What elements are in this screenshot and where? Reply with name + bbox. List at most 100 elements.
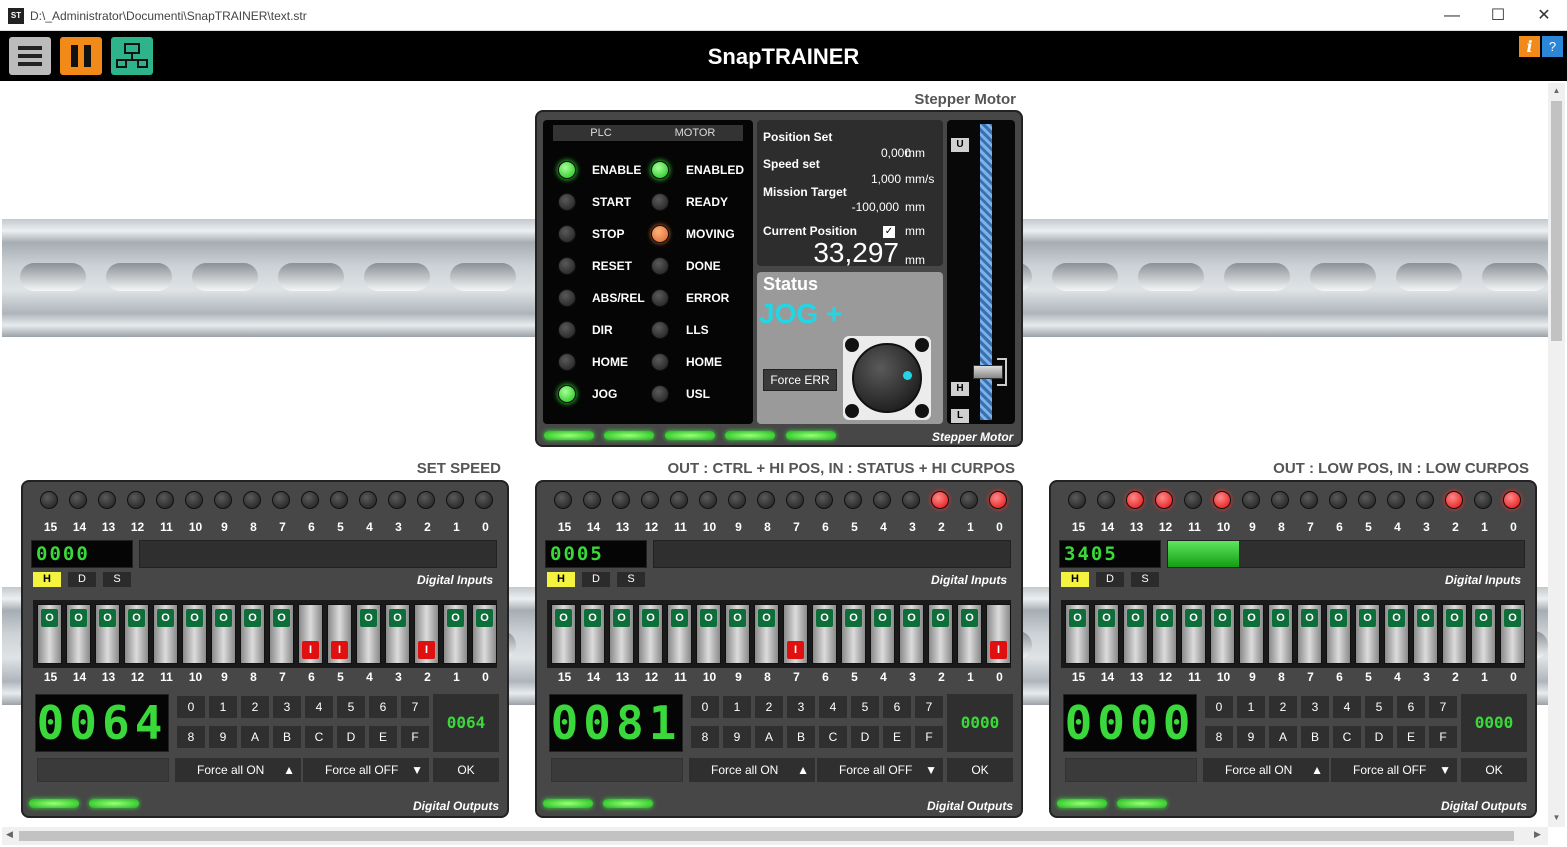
toggle-switch[interactable]: O — [356, 604, 381, 664]
hex-key-4[interactable]: 4 — [1333, 696, 1361, 718]
hex-key-E[interactable]: E — [1397, 726, 1425, 748]
toggle-switch[interactable]: O — [928, 604, 953, 664]
hex-key-7[interactable]: 7 — [1429, 696, 1457, 718]
hex-key-1[interactable]: 1 — [1237, 696, 1265, 718]
force-all-off-button[interactable]: Force all OFF ▼ — [817, 758, 943, 782]
hex-key-C[interactable]: C — [819, 726, 847, 748]
horizontal-scrollbar[interactable]: ◀ ▶ — [2, 827, 1548, 845]
jog-knob[interactable] — [852, 343, 922, 413]
ok-button[interactable]: OK — [1461, 758, 1527, 782]
toggle-switch[interactable]: I — [327, 604, 352, 664]
hex-key-D[interactable]: D — [337, 726, 365, 748]
toggle-switch[interactable]: O — [957, 604, 982, 664]
toggle-switch[interactable]: O — [66, 604, 91, 664]
mode-button-s[interactable]: S — [103, 572, 131, 587]
scroll-down-icon[interactable]: ▼ — [1548, 813, 1565, 822]
toggle-switch[interactable]: O — [240, 604, 265, 664]
hex-key-9[interactable]: 9 — [209, 726, 237, 748]
force-err-button[interactable]: Force ERR — [763, 369, 837, 391]
toggle-switch[interactable]: O — [667, 604, 692, 664]
hex-key-4[interactable]: 4 — [305, 696, 333, 718]
toggle-switch[interactable]: O — [638, 604, 663, 664]
mode-button-h[interactable]: H — [1061, 572, 1089, 587]
hex-key-F[interactable]: F — [915, 726, 943, 748]
hex-key-A[interactable]: A — [755, 726, 783, 748]
toggle-switch[interactable]: O — [1500, 604, 1525, 664]
scroll-up-icon[interactable]: ▲ — [1548, 86, 1565, 95]
mode-button-s[interactable]: S — [617, 572, 645, 587]
hex-key-9[interactable]: 9 — [723, 726, 751, 748]
toggle-switch[interactable]: O — [551, 604, 576, 664]
force-all-on-button[interactable]: Force all ON ▲ — [689, 758, 815, 782]
scroll-right-icon[interactable]: ▶ — [1534, 829, 1541, 840]
toggle-switch[interactable]: O — [1065, 604, 1090, 664]
hex-key-B[interactable]: B — [1301, 726, 1329, 748]
hex-key-0[interactable]: 0 — [1205, 696, 1233, 718]
toggle-switch[interactable]: I — [298, 604, 323, 664]
hex-key-C[interactable]: C — [1333, 726, 1361, 748]
toggle-switch[interactable]: O — [1384, 604, 1409, 664]
mode-button-d[interactable]: D — [68, 572, 96, 587]
toggle-switch[interactable]: O — [609, 604, 634, 664]
hex-key-9[interactable]: 9 — [1237, 726, 1265, 748]
toggle-switch[interactable]: I — [986, 604, 1011, 664]
hex-key-6[interactable]: 6 — [369, 696, 397, 718]
hex-key-D[interactable]: D — [851, 726, 879, 748]
hex-key-5[interactable]: 5 — [851, 696, 879, 718]
toggle-switch[interactable]: O — [580, 604, 605, 664]
maximize-button[interactable]: ☐ — [1475, 0, 1521, 31]
toggle-switch[interactable]: O — [696, 604, 721, 664]
mode-button-h[interactable]: H — [33, 572, 61, 587]
vertical-scroll-thumb[interactable] — [1551, 101, 1562, 341]
toggle-switch[interactable]: O — [1181, 604, 1206, 664]
hex-key-3[interactable]: 3 — [1301, 696, 1329, 718]
hex-key-8[interactable]: 8 — [177, 726, 205, 748]
close-button[interactable]: ✕ — [1521, 0, 1567, 31]
hex-key-E[interactable]: E — [883, 726, 911, 748]
toggle-switch[interactable]: O — [37, 604, 62, 664]
hex-key-8[interactable]: 8 — [691, 726, 719, 748]
toggle-switch[interactable]: O — [472, 604, 497, 664]
hex-key-1[interactable]: 1 — [209, 696, 237, 718]
toggle-switch[interactable]: O — [1355, 604, 1380, 664]
hex-key-6[interactable]: 6 — [1397, 696, 1425, 718]
toggle-switch[interactable]: O — [1123, 604, 1148, 664]
hex-key-7[interactable]: 7 — [401, 696, 429, 718]
hex-key-5[interactable]: 5 — [337, 696, 365, 718]
hex-key-3[interactable]: 3 — [273, 696, 301, 718]
toggle-switch[interactable]: O — [725, 604, 750, 664]
toggle-switch[interactable]: O — [1152, 604, 1177, 664]
hex-key-6[interactable]: 6 — [883, 696, 911, 718]
toggle-switch[interactable]: O — [754, 604, 779, 664]
scroll-left-icon[interactable]: ◀ — [6, 829, 13, 840]
toggle-switch[interactable]: O — [211, 604, 236, 664]
toggle-switch[interactable]: O — [1442, 604, 1467, 664]
horizontal-scroll-thumb[interactable] — [19, 831, 1514, 841]
mode-button-h[interactable]: H — [547, 572, 575, 587]
toggle-switch[interactable]: O — [182, 604, 207, 664]
force-all-on-button[interactable]: Force all ON ▲ — [1203, 758, 1329, 782]
hex-key-F[interactable]: F — [401, 726, 429, 748]
toggle-switch[interactable]: O — [1210, 604, 1235, 664]
hex-key-A[interactable]: A — [1269, 726, 1297, 748]
hex-key-1[interactable]: 1 — [723, 696, 751, 718]
toggle-switch[interactable]: O — [1326, 604, 1351, 664]
hex-key-7[interactable]: 7 — [915, 696, 943, 718]
hex-key-0[interactable]: 0 — [691, 696, 719, 718]
toggle-switch[interactable]: O — [1471, 604, 1496, 664]
hex-key-2[interactable]: 2 — [1269, 696, 1297, 718]
hex-key-2[interactable]: 2 — [755, 696, 783, 718]
mode-button-s[interactable]: S — [1131, 572, 1159, 587]
toggle-switch[interactable]: O — [124, 604, 149, 664]
ok-button[interactable]: OK — [947, 758, 1013, 782]
toggle-switch[interactable]: O — [1297, 604, 1322, 664]
toggle-switch[interactable]: O — [870, 604, 895, 664]
force-all-off-button[interactable]: Force all OFF ▼ — [1331, 758, 1457, 782]
toggle-switch[interactable]: O — [443, 604, 468, 664]
toggle-switch[interactable]: O — [269, 604, 294, 664]
hex-key-D[interactable]: D — [1365, 726, 1393, 748]
toggle-switch[interactable]: O — [95, 604, 120, 664]
toggle-switch[interactable]: O — [1268, 604, 1293, 664]
toggle-switch[interactable]: O — [385, 604, 410, 664]
hex-key-4[interactable]: 4 — [819, 696, 847, 718]
